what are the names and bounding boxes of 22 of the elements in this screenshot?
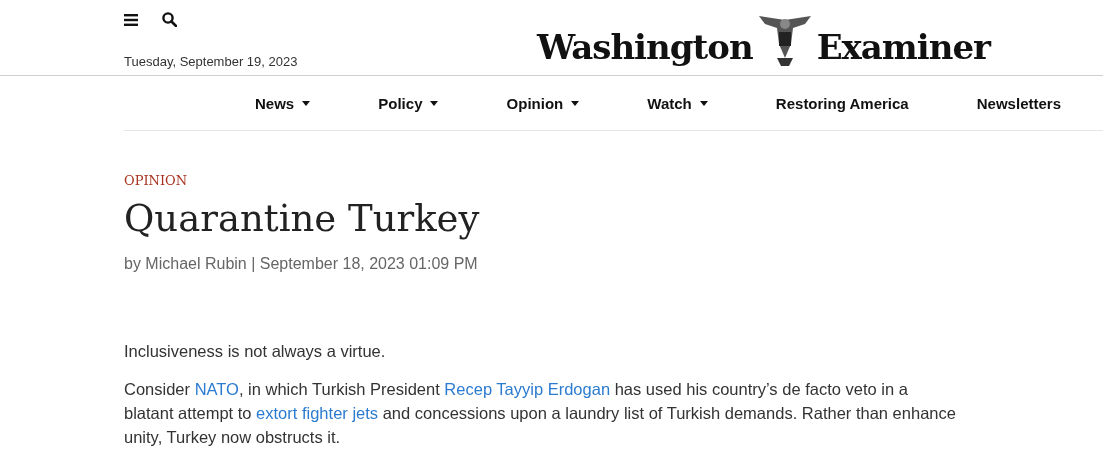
caret-icon (571, 100, 580, 106)
nav-link[interactable]: Restoring America (775, 94, 909, 112)
nav-link[interactable]: Policy (378, 94, 439, 112)
caret-icon (430, 100, 439, 106)
caret-icon (302, 100, 311, 106)
search-icon[interactable] (162, 12, 177, 27)
nav-link[interactable]: Opinion (506, 94, 580, 112)
article-title: Quarantine Turkey (124, 196, 481, 242)
nav-link[interactable]: Watch (647, 94, 708, 112)
nav-link[interactable]: Newsletters (976, 94, 1061, 112)
byline: by Michael Rubin | September 18, 2023 01:09 PM (124, 255, 479, 273)
menu-icon[interactable] (124, 13, 138, 26)
paragraph: Consider NATO, in which Turkish President Recep Tayyip Erdogan has used his country’s de facto veto in a blatant attempt to extort fighter jets and concessions upon a laundry list of Turkish demands. Rather than enhance unity, Turkey now obstructs it. (124, 379, 957, 448)
date: Tuesday, September 19, 2023 (124, 54, 298, 69)
article-link[interactable]: NATO (194, 380, 239, 398)
caret-icon (699, 100, 708, 106)
article-link[interactable]: Recep Tayyip Erdogan (444, 380, 611, 398)
paragraph: Inclusiveness is not always a virtue. (124, 341, 387, 362)
article-link[interactable]: extort fighter jets (256, 404, 379, 422)
nav-link[interactable]: News (255, 94, 311, 112)
section-label[interactable]: OPINION (124, 173, 188, 188)
site-logo[interactable]: Washington Examiner (537, 0, 990, 70)
